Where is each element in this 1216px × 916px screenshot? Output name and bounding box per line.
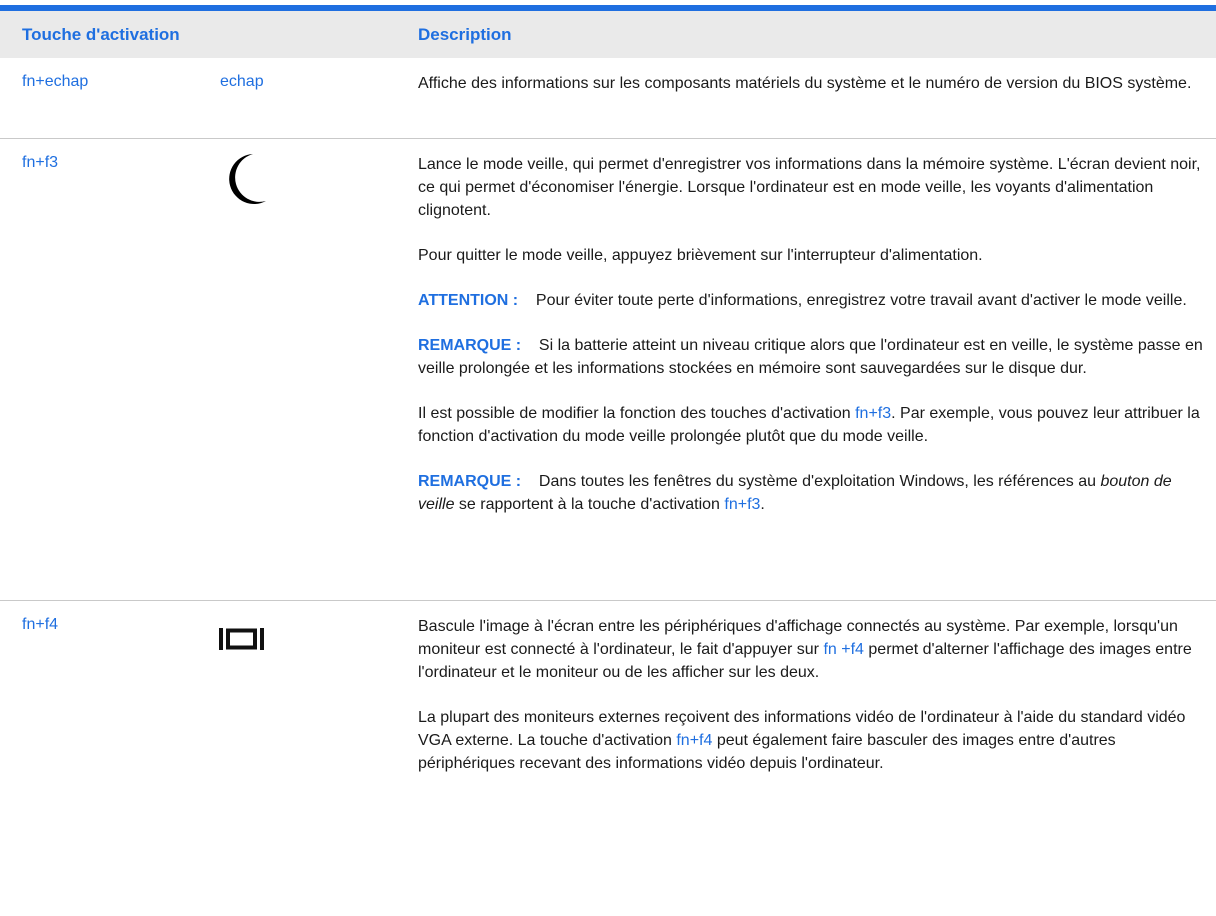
description-paragraph: La plupart des moniteurs externes reçoiv… — [418, 706, 1204, 775]
header-description-column: Description — [418, 25, 512, 44]
row-divider — [0, 600, 1216, 601]
text-segment: Dans toutes les fenêtres du système d'ex… — [538, 473, 1097, 490]
hotkey-fn-echap[interactable]: fn+echap — [22, 73, 88, 91]
text-segment: se rapportent à la touche d'activation — [458, 496, 720, 513]
moon-icon — [229, 154, 266, 204]
description-paragraph: Lance le mode veille, qui permet d'enreg… — [418, 156, 1201, 219]
text-segment: Il est possible de modifier la fonction … — [418, 405, 851, 422]
description-paragraph: Il est possible de modifier la fonction … — [418, 402, 1204, 448]
remark-label: REMARQUE : — [418, 473, 522, 490]
row-description: Lance le mode veille, qui permet d'enreg… — [418, 153, 1204, 538]
row-description: Affiche des informations sur les composa… — [418, 72, 1204, 117]
caution-note: ATTENTION : Pour éviter toute perte d'in… — [418, 289, 1204, 312]
remark-note: REMARQUE : Dans toutes les fenêtres du s… — [418, 470, 1204, 516]
row-divider — [0, 138, 1216, 139]
description-paragraph: Bascule l'image à l'écran entre les péri… — [418, 615, 1204, 684]
remark-label: REMARQUE : — [418, 337, 522, 354]
hotkey-fn-f3[interactable]: fn+f3 — [22, 154, 58, 172]
hotkey-fn-f4[interactable]: fn+f4 — [22, 616, 58, 634]
hotkey-link-fn-f4[interactable]: fn+f4 — [676, 732, 712, 749]
description-text: Affiche des informations sur les composa… — [418, 75, 1192, 92]
hotkey-echap[interactable]: echap — [220, 73, 264, 91]
hotkey-link-fn-f4[interactable]: fn +f4 — [823, 641, 863, 658]
table-header: Touche d'activation Description — [0, 11, 1216, 58]
remark-note: REMARQUE : Si la batterie atteint un niv… — [418, 334, 1204, 380]
caution-label: ATTENTION : — [418, 292, 519, 309]
hotkey-link-fn-f3[interactable]: fn+f3 — [724, 496, 760, 513]
hotkey-link-fn-f3[interactable]: fn+f3 — [855, 405, 891, 422]
display-switch-icon — [219, 628, 264, 650]
description-paragraph: Pour quitter le mode veille, appuyez bri… — [418, 247, 983, 264]
row-description: Bascule l'image à l'écran entre les péri… — [418, 615, 1204, 797]
header-key-column: Touche d'activation — [22, 25, 180, 44]
remark-text: Si la batterie atteint un niveau critiqu… — [418, 337, 1203, 377]
text-segment: . — [760, 496, 765, 513]
caution-text: Pour éviter toute perte d'informations, … — [535, 292, 1187, 309]
